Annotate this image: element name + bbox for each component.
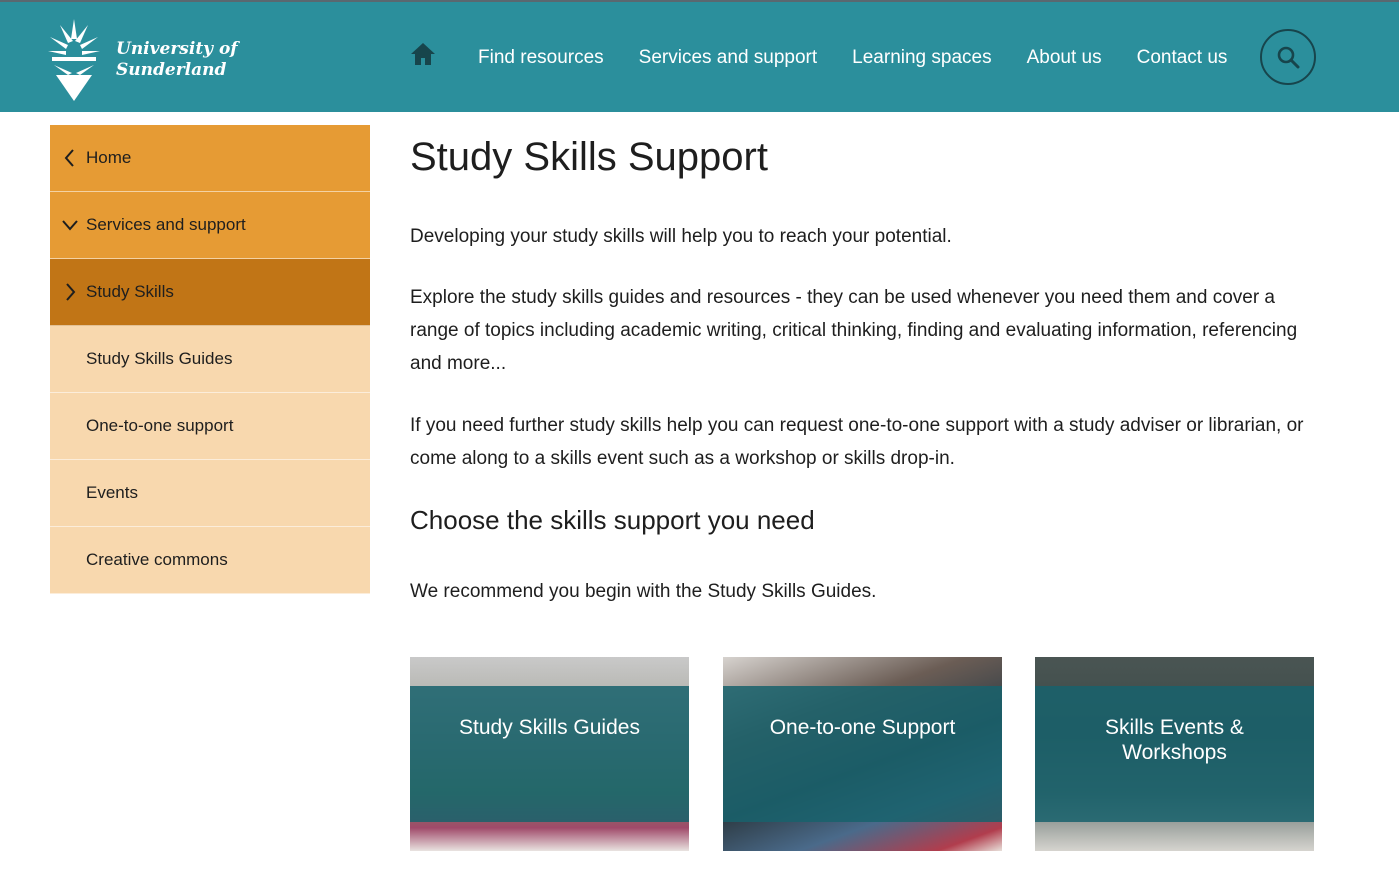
main-nav: Find resources Services and support Lear… bbox=[408, 2, 1262, 114]
sidebar-item-label: Study Skills Guides bbox=[86, 349, 233, 368]
sidebar-item-label: One-to-one support bbox=[86, 416, 234, 435]
nav-services-and-support[interactable]: Services and support bbox=[639, 47, 818, 69]
card-overlay bbox=[723, 686, 1002, 822]
further-help-paragraph: If you need further study skills help yo… bbox=[410, 415, 1304, 469]
search-button[interactable] bbox=[1260, 29, 1316, 85]
sidebar-item-creative-commons[interactable]: Creative commons bbox=[50, 527, 370, 594]
logo-line-1: University of bbox=[116, 39, 238, 59]
section-heading: Choose the skills support you need bbox=[410, 505, 815, 535]
sidebar-item-label: Services and support bbox=[86, 215, 246, 234]
card-label: Study Skills Guides bbox=[459, 716, 640, 739]
chevron-down-icon bbox=[62, 220, 78, 231]
sidebar-nav: Home Services and support Study Skills S… bbox=[50, 125, 370, 594]
recommendation-paragraph: We recommend you begin with the Study Sk… bbox=[410, 581, 877, 602]
nav-about-us[interactable]: About us bbox=[1027, 47, 1102, 69]
card-label: One-to-one Support bbox=[769, 716, 956, 739]
chevron-right-icon bbox=[66, 283, 76, 301]
page-title: Study Skills Support bbox=[410, 135, 768, 179]
card-skills-events-workshops[interactable]: Skills Events & Workshops bbox=[1035, 657, 1314, 851]
resources-paragraph: Explore the study skills guides and reso… bbox=[410, 287, 1298, 374]
search-icon bbox=[1277, 46, 1300, 69]
intro-paragraph: Developing your study skills will help y… bbox=[410, 226, 952, 247]
card-overlay bbox=[410, 686, 689, 822]
home-icon[interactable] bbox=[408, 39, 438, 69]
nav-learning-spaces[interactable]: Learning spaces bbox=[852, 47, 991, 69]
site-header: University of Sunderland Find resources … bbox=[0, 0, 1399, 112]
nav-contact-us[interactable]: Contact us bbox=[1137, 47, 1228, 69]
chevron-left-icon bbox=[64, 149, 74, 167]
sidebar-item-study-skills-guides[interactable]: Study Skills Guides bbox=[50, 326, 370, 393]
sidebar-item-home[interactable]: Home bbox=[50, 125, 370, 192]
card-one-to-one-support[interactable]: One-to-one Support bbox=[723, 657, 1002, 851]
sidebar-item-events[interactable]: Events bbox=[50, 460, 370, 527]
university-logo[interactable]: University of Sunderland bbox=[46, 16, 246, 104]
sidebar-item-study-skills[interactable]: Study Skills bbox=[50, 259, 370, 326]
sidebar-item-one-to-one-support[interactable]: One-to-one support bbox=[50, 393, 370, 460]
sidebar-item-label: Study Skills bbox=[86, 282, 174, 301]
logo-text: University of Sunderland bbox=[116, 39, 238, 81]
sidebar-item-label: Creative commons bbox=[86, 550, 228, 569]
card-label: Skills Events & Workshops bbox=[1105, 716, 1244, 764]
logo-line-2: Sunderland bbox=[116, 60, 227, 80]
sidebar-item-services-and-support[interactable]: Services and support bbox=[50, 192, 370, 259]
nav-find-resources[interactable]: Find resources bbox=[478, 47, 604, 69]
sidebar-item-label: Events bbox=[86, 483, 138, 502]
card-study-skills-guides[interactable]: Study Skills Guides bbox=[410, 657, 689, 851]
sidebar-item-label: Home bbox=[86, 148, 132, 167]
sunburst-logo-icon bbox=[48, 19, 100, 101]
main-content: Study Skills Support Developing your stu… bbox=[410, 125, 1315, 851]
